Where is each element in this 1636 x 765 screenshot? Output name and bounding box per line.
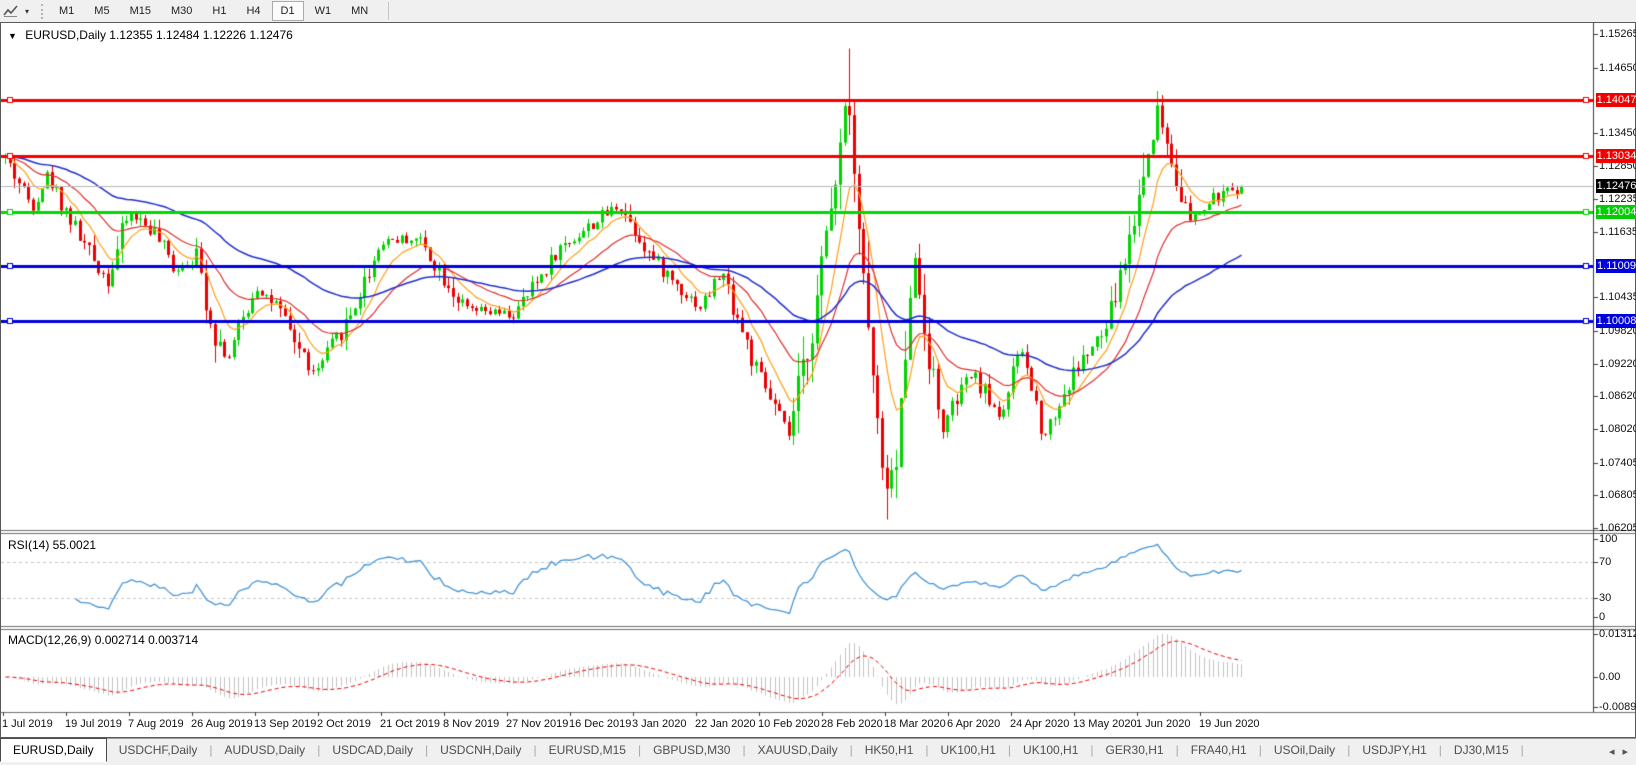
timeframe-button-m5[interactable]: M5: [85, 1, 118, 21]
tab-gbpusd-m30[interactable]: GBPUSD,M30: [641, 740, 742, 761]
tab-xauusd-daily[interactable]: XAUUSD,Daily: [746, 740, 850, 761]
timeframe-button-m1[interactable]: M1: [50, 1, 83, 21]
toolbar-grip-handle[interactable]: [41, 3, 43, 19]
price-axis-label: 1.09220: [1599, 357, 1636, 370]
macd-axis-label: 0.00: [1599, 671, 1621, 683]
macd-axis-label: -0.00893: [1599, 701, 1636, 713]
timeframe-buttons: M1 M5 M15 M30 H1 H4 D1 W1 MN: [49, 1, 378, 21]
price-axis-label: 1.06805: [1599, 489, 1636, 502]
dropdown-caret-icon[interactable]: ▾: [21, 7, 33, 16]
rsi-indicator-label: RSI(14) 55.0021: [8, 538, 97, 552]
date-axis-label: 21 Oct 2019: [380, 718, 440, 730]
tab-uk100-h1[interactable]: UK100,H1: [1011, 740, 1090, 761]
tab-scroll-left-icon[interactable]: ◂: [1609, 745, 1615, 758]
tab-dj30-m15[interactable]: DJ30,M15: [1442, 740, 1521, 761]
price-badge-1.13034: 1.13034: [1596, 148, 1636, 163]
tab-fra40-h1[interactable]: FRA40,H1: [1179, 740, 1259, 761]
collapse-triangle-icon[interactable]: ▼: [8, 31, 17, 41]
date-axis-label: 19 Jun 2020: [1199, 718, 1260, 730]
timeframe-button-m15[interactable]: M15: [121, 1, 160, 21]
tab-usdcad-daily[interactable]: USDCAD,Daily: [320, 740, 425, 761]
rsi-axis-label: 100: [1599, 533, 1618, 545]
timeframe-button-mn[interactable]: MN: [342, 1, 377, 21]
date-axis-label: 1 Jun 2020: [1136, 718, 1191, 730]
price-axis-label: 1.14650: [1599, 61, 1636, 74]
date-axis-label: 18 Mar 2020: [884, 718, 946, 730]
chart-ohlc-values: 1.12355 1.12484 1.12226 1.12476: [109, 28, 293, 42]
timeframe-button-h1[interactable]: H1: [203, 1, 235, 21]
price-axis-label: 1.10435: [1599, 291, 1636, 304]
price-axis-label: 1.08020: [1599, 423, 1636, 436]
date-axis-label: 8 Nov 2019: [443, 718, 500, 730]
chart-tabs-bar: EURUSD,Daily USDCHF,Daily | AUDUSD,Daily | US…: [0, 738, 1636, 765]
timeframe-button-h4[interactable]: H4: [237, 1, 269, 21]
rsi-axis-label: 70: [1599, 555, 1612, 568]
price-badge-1.10008: 1.10008: [1596, 313, 1636, 328]
price-badge-1.11009: 1.11009: [1596, 259, 1636, 274]
tab-usdjpy-h1[interactable]: USDJPY,H1: [1350, 740, 1438, 761]
rsi-axis-label: 30: [1599, 592, 1612, 605]
tab-uk100-h1[interactable]: UK100,H1: [929, 740, 1008, 761]
date-axis-label: 7 Aug 2019: [128, 718, 184, 730]
price-axis-label: 1.07405: [1599, 456, 1636, 469]
chart-window: ▼ EURUSD,Daily 1.12355 1.12484 1.12226 1…: [0, 22, 1636, 738]
tab-separator: |: [1520, 743, 1524, 757]
price-axis-label: 1.08620: [1599, 390, 1636, 403]
chart-tool-icon[interactable]: [1, 3, 21, 19]
tab-eurusd-m15[interactable]: EURUSD,M15: [537, 740, 638, 761]
chart-tool-icon-glyph: [3, 5, 18, 17]
timeframe-toolbar: ▾ M1 M5 M15 M30 H1 H4 D1 W1 MN: [0, 0, 1636, 23]
date-axis-label: 26 Aug 2019: [191, 718, 253, 730]
tab-audusd-daily[interactable]: AUDUSD,Daily: [213, 740, 318, 761]
tab-usdchf-daily[interactable]: USDCHF,Daily: [107, 740, 210, 761]
price-axis-label: 1.11635: [1599, 225, 1636, 238]
date-axis-label: 3 Jan 2020: [632, 718, 687, 730]
date-axis-label: 27 Nov 2019: [506, 718, 569, 730]
price-chart-canvas[interactable]: [1, 23, 1635, 737]
date-axis-label: 6 Apr 2020: [947, 718, 1001, 730]
chart-title: ▼ EURUSD,Daily 1.12355 1.12484 1.12226 1…: [8, 28, 293, 42]
tab-ger30-h1[interactable]: GER30,H1: [1094, 740, 1176, 761]
price-badge-1.12004: 1.12004: [1596, 204, 1636, 219]
toolbar-separator: [388, 2, 390, 20]
price-axis-label: 1.13450: [1599, 126, 1636, 139]
chart-symbol-label: EURUSD,Daily: [25, 28, 106, 42]
date-axis-label: 16 Dec 2019: [569, 718, 632, 730]
date-axis-label: 19 Jul 2019: [65, 718, 122, 730]
mt4-window: ▾ M1 M5 M15 M30 H1 H4 D1 W1 MN ▼ EURUSD,Daily 1.…: [0, 0, 1636, 765]
date-axis-label: 22 Jan 2020: [695, 718, 756, 730]
tab-scroll-arrows: ◂ ▸: [1609, 745, 1628, 758]
timeframe-button-m30[interactable]: M30: [162, 1, 201, 21]
date-axis-label: 24 Apr 2020: [1010, 718, 1070, 730]
chart-tabs: EURUSD,Daily USDCHF,Daily | AUDUSD,Daily | US…: [0, 738, 1524, 763]
tab-scroll-right-icon[interactable]: ▸: [1622, 745, 1628, 758]
price-axis-label: 1.15265: [1599, 28, 1636, 40]
tab-hk50-h1[interactable]: HK50,H1: [853, 740, 926, 761]
price-badge-1.12476: 1.12476: [1596, 179, 1636, 194]
date-axis-label: 13 May 2020: [1073, 718, 1137, 730]
price-badge-1.14047: 1.14047: [1596, 93, 1636, 108]
tab-usdcnh-daily[interactable]: USDCNH,Daily: [428, 740, 533, 761]
tab-eurusd-daily[interactable]: EURUSD,Daily: [0, 738, 107, 762]
timeframe-button-w1[interactable]: W1: [306, 1, 341, 21]
date-axis-label: 28 Feb 2020: [821, 718, 883, 730]
tab-usoil-daily[interactable]: USOil,Daily: [1262, 740, 1347, 761]
date-axis-label: 2 Oct 2019: [317, 718, 371, 730]
date-axis-label: 1 Jul 2019: [2, 718, 53, 730]
macd-axis-label: 0.013121: [1599, 628, 1636, 640]
date-axis-label: 10 Feb 2020: [758, 718, 820, 730]
timeframe-button-d1[interactable]: D1: [271, 1, 304, 21]
rsi-axis-label: 0: [1599, 611, 1606, 623]
date-axis-label: 13 Sep 2019: [254, 718, 317, 730]
macd-indicator-label: MACD(12,26,9) 0.002714 0.003714: [8, 633, 199, 647]
